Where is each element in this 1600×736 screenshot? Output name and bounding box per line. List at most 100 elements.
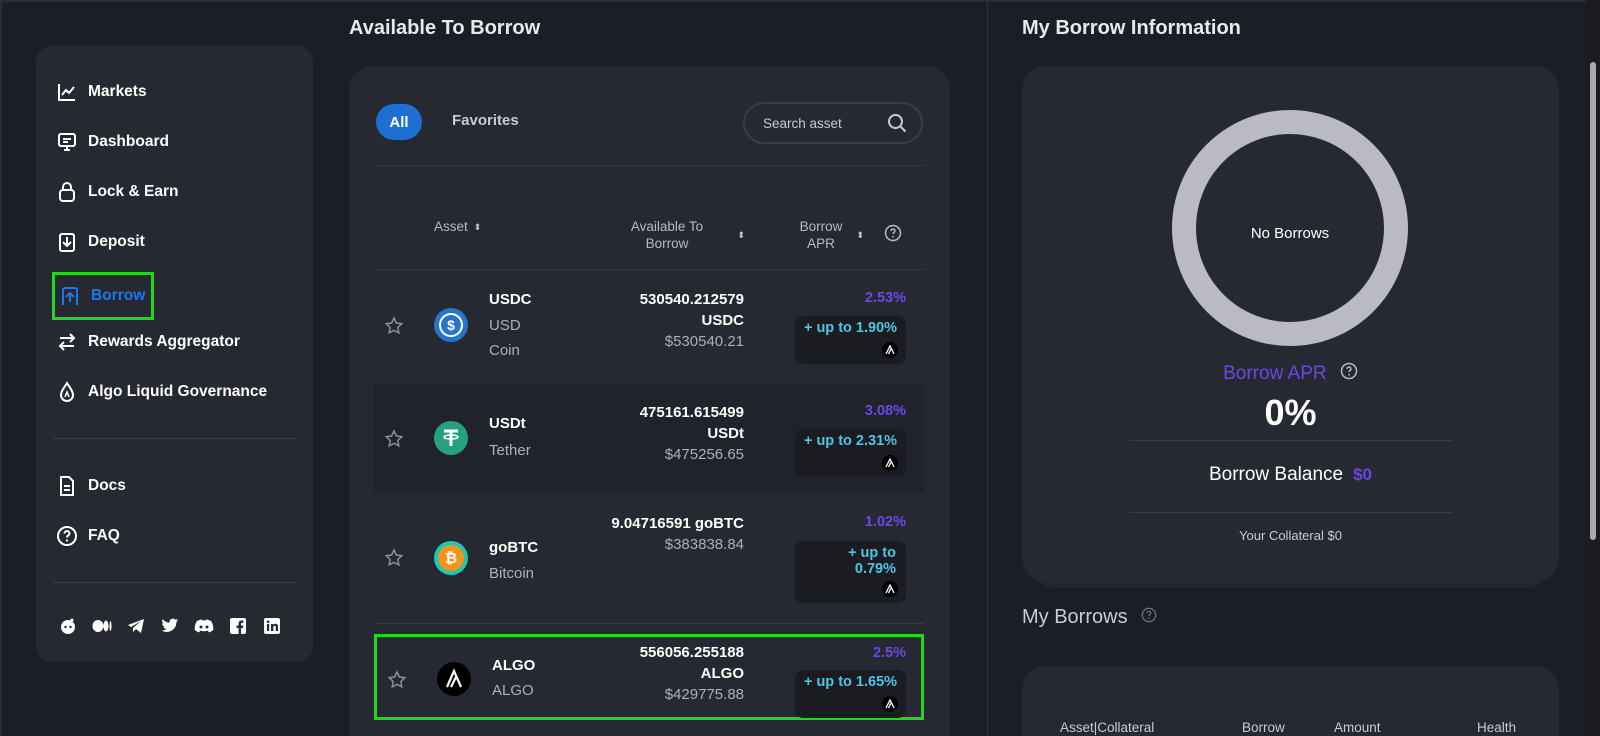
my-borrows-title: My Borrows [1022,606,1157,629]
algo-icon [437,662,471,696]
help-icon[interactable] [1340,362,1358,386]
boost-badge[interactable]: + up to 2.31% [795,429,906,477]
col-health[interactable]: Health [1477,720,1516,735]
nav-faq[interactable]: FAQ [56,521,120,551]
telegram-icon[interactable] [126,616,146,636]
nav-markets[interactable]: Markets [56,77,147,107]
facebook-icon[interactable] [228,616,248,636]
col-apr-label-1: Borrow [799,219,843,234]
help-icon[interactable] [1141,606,1157,629]
nav-borrow[interactable]: Borrow [52,272,154,320]
asset-name-line: USD [489,317,521,334]
boost-badge[interactable]: + up to 1.65% [795,670,906,718]
borrow-balance: Borrow Balance $0 [1022,464,1559,486]
twitter-icon[interactable] [160,616,180,636]
tab-all[interactable]: All [376,104,422,140]
window-left-edge [0,0,2,736]
boost-label: + up to 2.31% [803,433,898,449]
asset-symbol: USDC [489,291,532,308]
medium-icon[interactable] [92,616,112,636]
nav-dashboard-label: Dashboard [88,133,169,150]
asset-name: USD Coin [489,313,521,363]
info-divider [1130,440,1452,441]
usdc-icon: $ [434,308,468,342]
amount-value: 9.04716591 goBTC [611,515,744,532]
sort-icon: ⬍ [737,230,745,240]
boost-badge[interactable]: + up to 0.79% [795,541,906,603]
borrow-icon [59,285,81,307]
col-apr-label-2: APR [807,236,835,251]
col-available[interactable]: Available To Borrow ⬍ [607,218,745,252]
nav-faq-label: FAQ [88,527,120,544]
col-borrow-apr[interactable]: Borrow APR ⬍ [796,218,864,252]
nav-deposit[interactable]: Deposit [56,227,145,257]
nav-lock-earn[interactable]: Lock & Earn [56,177,178,207]
nav-rewards-aggregator[interactable]: Rewards Aggregator [56,327,240,357]
boost-badge[interactable]: + up to 1.90% [795,316,906,364]
borrow-apr-label-text: Borrow APR [1223,363,1327,385]
linkedin-icon[interactable] [262,616,282,636]
asset-symbol: ALGO [492,657,536,674]
search-box [743,102,923,144]
borrow-apr: 3.08% [864,403,906,419]
available-amount: 475161.615499 USDt $475256.65 [640,402,744,465]
discord-icon[interactable] [194,616,214,636]
col-asset-collateral[interactable]: Asset|Collateral [1060,720,1154,735]
info-divider [1130,512,1452,513]
svg-text:₿: ₿ [445,550,457,567]
scrollbar-thumb[interactable] [1590,62,1596,540]
available-amount: 530540.212579 USDC $530540.21 [640,289,744,352]
nav-markets-label: Markets [88,83,147,100]
col-asset[interactable]: Asset ⬍ [434,218,481,236]
amount-value: 556056.255188 [639,644,744,661]
monitor-icon [56,131,78,153]
col-borrow[interactable]: Borrow [1242,720,1285,735]
nav-algo-liquid-governance[interactable]: Algo Liquid Governance [56,377,267,407]
nav-algo-liquid-governance-label: Algo Liquid Governance [88,383,268,400]
star-icon[interactable] [384,316,404,336]
droplet-icon [56,381,78,403]
amount-usd: $383838.84 [664,536,744,553]
bitcoin-icon: ₿ [434,541,468,575]
table-row[interactable]: ₿ goBTC Bitcoin 9.04716591 goBTC $383838… [374,494,924,622]
asset-name: Tether [489,442,531,459]
amount-unit: ALGO [700,665,744,682]
my-borrows-card: Asset|Collateral Borrow Amount Health [1022,666,1559,736]
amount-unit: USDC [701,312,744,329]
tab-favorites[interactable]: Favorites [452,112,519,129]
asset-name: ALGO [492,682,534,699]
table-row[interactable]: $ USDC USD Coin 530540.212579 USDC $5305… [374,270,924,382]
star-icon[interactable] [387,670,407,690]
table-row[interactable]: USDt Tether 475161.615499 USDt $475256.6… [374,383,924,493]
borrow-apr: 2.5% [872,645,906,661]
star-icon[interactable] [384,429,404,449]
reddit-icon[interactable] [58,616,78,636]
window-top-edge [0,0,1600,2]
available-to-borrow-card: All Favorites Asset ⬍ Available To Borrow… [349,66,950,736]
search-icon[interactable] [887,113,907,138]
sidebar-divider [53,582,296,583]
table-row[interactable]: ALGO ALGO 556056.255188 ALGO $429775.88 … [374,634,924,720]
col-amount[interactable]: Amount [1334,720,1381,735]
sidebar: Markets Dashboard Lock & Earn Deposit Bo… [36,46,313,662]
sort-icon: ⬍ [473,221,482,232]
nav-docs-label: Docs [88,477,126,494]
info-title: My Borrow Information [1022,17,1241,39]
search-input[interactable] [763,115,883,131]
svg-text:$: $ [447,317,455,333]
amount-value: 475161.615499 [639,404,744,421]
col-asset-label: Asset [434,219,468,234]
nav-dashboard[interactable]: Dashboard [56,127,169,157]
tether-icon [434,421,468,455]
star-icon[interactable] [384,548,404,568]
help-icon[interactable] [884,224,902,247]
nav-lock-earn-label: Lock & Earn [88,183,179,200]
algo-logo-icon [882,455,898,471]
card-divider [374,623,924,624]
algo-logo-icon [882,581,898,597]
chart-line-icon [56,81,78,103]
social-links [58,616,282,636]
amount-usd: $429775.88 [664,686,744,703]
sidebar-divider [53,438,296,439]
nav-docs[interactable]: Docs [56,471,126,501]
